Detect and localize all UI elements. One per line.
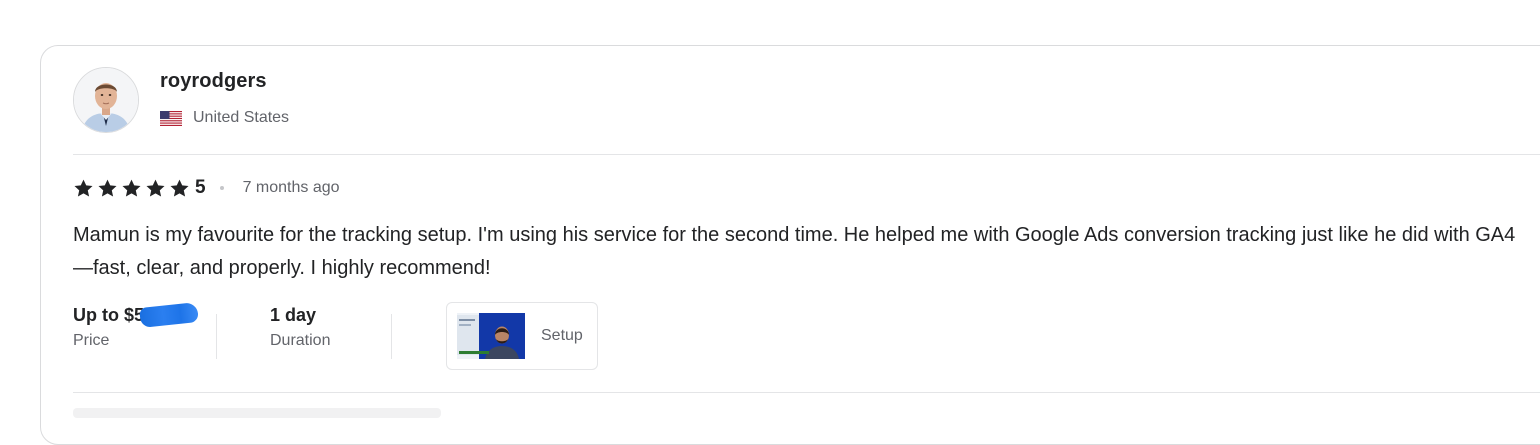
reviewer-username[interactable]: royrodgers <box>160 70 267 93</box>
separator-dot <box>219 186 224 190</box>
meta-separator <box>391 314 392 359</box>
star-icon <box>122 179 141 197</box>
price-value: Up to $5 <box>73 305 145 325</box>
star-icon <box>170 179 189 197</box>
review-text: Mamun is my favourite for the tracking s… <box>73 224 1516 279</box>
review-time: 7 months ago <box>242 179 340 196</box>
reviewer-country: United States <box>193 109 290 126</box>
gig-label: Setup <box>541 327 583 344</box>
duration-value: 1 day <box>270 305 317 325</box>
star-icon <box>98 179 117 197</box>
rating-row: 5 7 months ago <box>73 176 340 200</box>
rating-value: 5 <box>195 177 206 198</box>
header-divider <box>73 154 1540 155</box>
reviewer-country-row: United States <box>160 109 289 127</box>
avatar[interactable] <box>73 67 139 133</box>
meta-separator <box>216 314 217 359</box>
redaction-scribble <box>139 302 199 328</box>
price-value-row: Up to $5 <box>73 302 199 328</box>
gig-thumbnail <box>457 313 525 359</box>
footer-divider <box>73 392 1540 393</box>
price-label: Price <box>73 332 110 349</box>
review-card: royrodgers United States 5 7 months ago … <box>40 45 1540 445</box>
star-icon <box>146 179 165 197</box>
duration-block: 1 day Duration <box>270 302 330 350</box>
us-flag-icon <box>160 110 182 126</box>
star-rating <box>73 178 190 199</box>
star-icon <box>74 179 93 197</box>
gig-link[interactable]: Setup <box>446 302 598 370</box>
duration-label: Duration <box>270 332 331 349</box>
price-block: Up to $5 Price <box>73 302 199 350</box>
next-section-placeholder <box>73 408 441 418</box>
avatar-photo <box>74 68 138 132</box>
